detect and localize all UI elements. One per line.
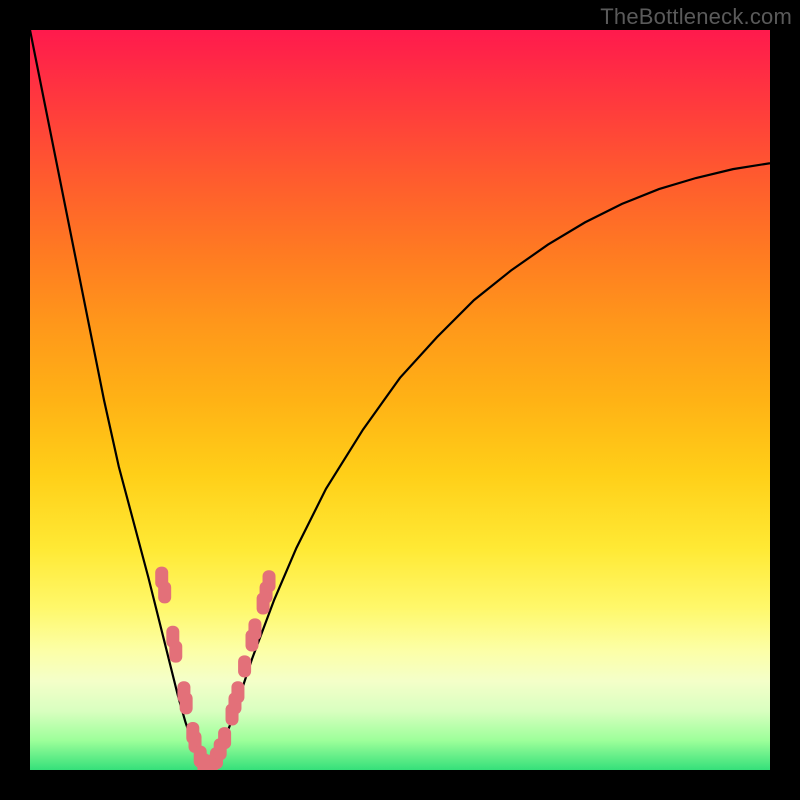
data-marker bbox=[218, 727, 231, 749]
plot-area bbox=[30, 30, 770, 770]
marker-group bbox=[155, 567, 275, 770]
data-marker bbox=[169, 641, 182, 663]
data-marker bbox=[158, 581, 171, 603]
data-marker bbox=[248, 618, 261, 640]
data-marker bbox=[238, 655, 251, 677]
chart-frame: TheBottleneck.com bbox=[0, 0, 800, 800]
data-marker bbox=[263, 570, 276, 592]
chart-svg bbox=[30, 30, 770, 770]
curve-right-branch bbox=[208, 163, 770, 770]
data-marker bbox=[231, 681, 244, 703]
data-marker bbox=[180, 692, 193, 714]
watermark-text: TheBottleneck.com bbox=[600, 4, 792, 30]
